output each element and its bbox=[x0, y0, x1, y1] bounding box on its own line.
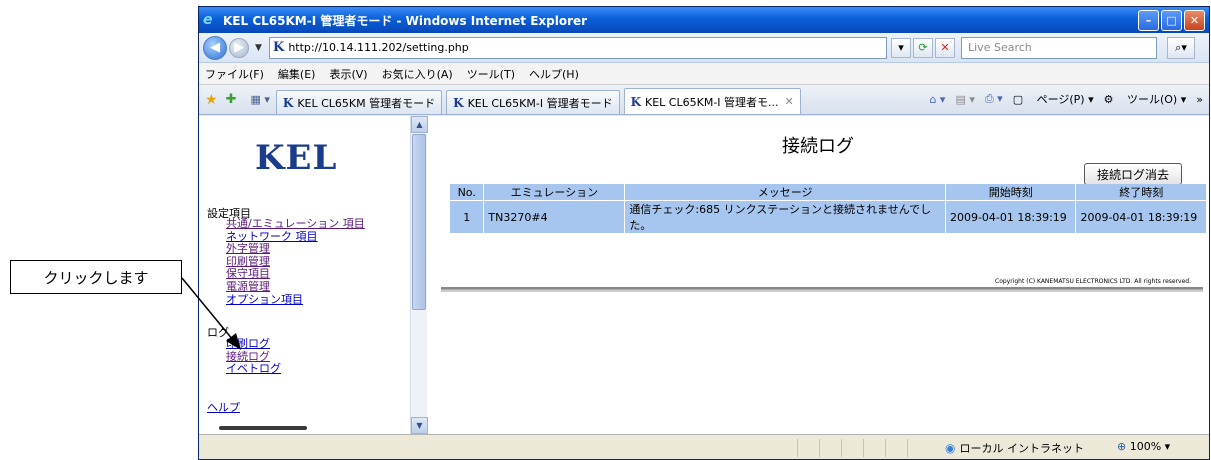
home-icon[interactable]: ⌂ ▾ bbox=[929, 93, 945, 106]
scroll-thumb[interactable] bbox=[412, 134, 426, 310]
refresh-icon[interactable]: ⟳ bbox=[913, 37, 933, 58]
tab-3-label: KEL CL65KM-I 管理者モ... bbox=[645, 95, 779, 109]
feeds-icon[interactable]: ▤ ▾ bbox=[955, 93, 974, 106]
connection-log-table: No. エミュレーション メッセージ 開始時刻 終了時刻 1 TN3270#4 … bbox=[449, 183, 1207, 234]
address-bar: ◀ ▶ ▼ K http://10.14.111.202/setting.php… bbox=[199, 33, 1209, 63]
tab-2[interactable]: K KEL CL65KM-I 管理者モード bbox=[446, 90, 620, 114]
tab-1-label: KEL CL65KM 管理者モード bbox=[297, 96, 436, 110]
menu-edit[interactable]: 編集(E) bbox=[278, 66, 316, 82]
close-button[interactable]: ✕ bbox=[1184, 9, 1205, 31]
url-text: http://10.14.111.202/setting.php bbox=[288, 41, 469, 54]
main-content: 接続ログ 接続ログ消去 No. エミュレーション メッセージ 開始時刻 終了時刻 bbox=[427, 116, 1209, 434]
zone-label: ローカル イントラネット bbox=[959, 442, 1084, 455]
more-chevron-icon[interactable]: » bbox=[1196, 93, 1203, 106]
nav-gaiji[interactable]: 外字管理 bbox=[226, 243, 365, 256]
decorative-line bbox=[219, 426, 307, 430]
tab-1[interactable]: K KEL CL65KM 管理者モード bbox=[275, 90, 443, 114]
menu-tools[interactable]: ツール(T) bbox=[467, 66, 515, 82]
url-field[interactable]: K http://10.14.111.202/setting.php bbox=[269, 36, 887, 59]
left-nav-frame: KEL 設定項目 共通/エミュレーション 項目 ネットワーク 項目 外字管理 印… bbox=[199, 116, 428, 434]
zoom-control[interactable]: ⊕ 100% ▾ bbox=[1117, 440, 1170, 453]
quick-tabs-icon[interactable]: ▦ ▾ bbox=[250, 93, 269, 106]
log-nav: 印刷ログ 接続ログ イベトログ bbox=[226, 337, 281, 376]
tab-3-active[interactable]: K KEL CL65KM-I 管理者モ... ✕ bbox=[623, 88, 801, 114]
copyright-text: Copyright (C) KANEMATSU ELECTRONICS LTD.… bbox=[995, 278, 1191, 285]
search-icon[interactable]: ⌕▾ bbox=[1167, 36, 1195, 59]
menu-help[interactable]: ヘルプ(H) bbox=[529, 66, 579, 82]
tab-favicon-icon: K bbox=[282, 95, 294, 110]
window-title: KEL CL65KM-I 管理者モード - Windows Internet E… bbox=[223, 13, 588, 28]
cell-end-time: 2009-04-01 18:39:19 bbox=[1076, 201, 1206, 233]
col-message: メッセージ bbox=[625, 184, 945, 200]
security-zone[interactable]: ◉ ローカル イントラネット bbox=[945, 440, 1084, 456]
menu-favorites[interactable]: お気に入り(A) bbox=[382, 66, 453, 82]
col-end-time: 終了時刻 bbox=[1076, 184, 1206, 200]
nav-common-emulation[interactable]: 共通/エミュレーション 項目 bbox=[226, 217, 365, 231]
left-scrollbar[interactable]: ▲ ▼ bbox=[410, 116, 428, 434]
history-dropdown-icon[interactable]: ▼ bbox=[255, 43, 265, 53]
site-favicon-icon: K bbox=[273, 40, 285, 55]
table-header-row: No. エミュレーション メッセージ 開始時刻 終了時刻 bbox=[450, 184, 1206, 200]
tools-menu-label: ツール(O) bbox=[1126, 93, 1178, 106]
clear-log-button[interactable]: 接続ログ消去 bbox=[1084, 163, 1182, 185]
tools-menu[interactable]: ⚙ ツール(O) ▾ bbox=[1104, 91, 1187, 107]
status-cells bbox=[797, 439, 929, 457]
menu-view[interactable]: 表示(V) bbox=[329, 66, 367, 82]
nav-print-log[interactable]: 印刷ログ bbox=[226, 337, 281, 351]
tab-close-icon[interactable]: ✕ bbox=[785, 95, 794, 108]
minimize-button[interactable]: – bbox=[1138, 9, 1159, 31]
kel-logo: KEL bbox=[255, 138, 338, 178]
screenshot-stage: e KEL CL65KM-I 管理者モード - Windows Internet… bbox=[0, 0, 1211, 460]
zoom-icon: ⊕ bbox=[1117, 440, 1127, 453]
favorites-star-icon[interactable]: ★ bbox=[205, 92, 218, 108]
status-bar: ◉ ローカル イントラネット ⊕ 100% ▾ bbox=[199, 434, 1209, 459]
command-bar: ⌂ ▾ ▤ ▾ ⎙ ▾ ▢ ページ(P) ▾ ⚙ ツール(O) ▾ » bbox=[919, 91, 1203, 107]
print-icon[interactable]: ⎙ ▾ bbox=[985, 92, 1003, 106]
title-bar: e KEL CL65KM-I 管理者モード - Windows Internet… bbox=[199, 7, 1209, 33]
page-title: 接続ログ bbox=[782, 136, 854, 157]
instruction-callout: クリックします bbox=[10, 260, 182, 294]
tab-2-label: KEL CL65KM-I 管理者モード bbox=[467, 96, 613, 110]
scroll-up-icon[interactable]: ▲ bbox=[411, 116, 428, 133]
stop-icon[interactable]: ✕ bbox=[935, 37, 955, 58]
url-dropdown-icon[interactable]: ▾ bbox=[891, 37, 911, 58]
ie-logo-icon: e bbox=[203, 12, 213, 28]
zoom-dropdown-icon: ▾ bbox=[1164, 440, 1171, 453]
nav-event-log[interactable]: イベトログ bbox=[226, 363, 281, 376]
cell-message: 通信チェック:685 リンクステーションと接続されませんでした。 bbox=[625, 201, 945, 233]
table-row: 1 TN3270#4 通信チェック:685 リンクステーションと接続されませんで… bbox=[450, 201, 1206, 233]
nav-option[interactable]: オプション項目 bbox=[226, 293, 365, 307]
col-start-time: 開始時刻 bbox=[945, 184, 1076, 200]
page-menu[interactable]: ▢ ページ(P) ▾ bbox=[1013, 91, 1094, 107]
cell-start-time: 2009-04-01 18:39:19 bbox=[945, 201, 1076, 233]
zoom-level: 100% bbox=[1129, 440, 1162, 453]
maximize-button[interactable]: □ bbox=[1161, 9, 1182, 31]
cell-no: 1 bbox=[450, 201, 484, 233]
tab-bar: ★ ✚ ▦ ▾ K KEL CL65KM 管理者モード K KEL CL65KM… bbox=[199, 85, 1209, 115]
page-menu-label: ページ(P) bbox=[1036, 93, 1085, 106]
menu-bar: ファイル(F) 編集(E) 表示(V) お気に入り(A) ツール(T) ヘルプ(… bbox=[199, 63, 1209, 85]
divider bbox=[441, 287, 1203, 292]
settings-nav: 共通/エミュレーション 項目 ネットワーク 項目 外字管理 印刷管理 保守項目 … bbox=[226, 217, 365, 307]
add-favorites-icon[interactable]: ✚ bbox=[226, 92, 237, 107]
col-no: No. bbox=[450, 184, 484, 200]
col-emulation: エミュレーション bbox=[484, 184, 625, 200]
forward-button[interactable]: ▶ bbox=[229, 37, 249, 58]
nav-power[interactable]: 電源管理 bbox=[226, 280, 365, 294]
tab-favicon-icon: K bbox=[630, 94, 642, 109]
nav-help[interactable]: ヘルプ bbox=[207, 399, 240, 415]
menu-file[interactable]: ファイル(F) bbox=[205, 66, 264, 82]
search-placeholder: Live Search bbox=[968, 41, 1032, 54]
scroll-down-icon[interactable]: ▼ bbox=[411, 417, 428, 434]
search-input[interactable]: Live Search bbox=[961, 36, 1157, 59]
browser-window: e KEL CL65KM-I 管理者モード - Windows Internet… bbox=[198, 6, 1210, 460]
cell-emulation: TN3270#4 bbox=[484, 201, 625, 233]
tab-favicon-icon: K bbox=[453, 95, 464, 110]
intranet-globe-icon: ◉ bbox=[945, 441, 956, 455]
page-area: KEL 設定項目 共通/エミュレーション 項目 ネットワーク 項目 外字管理 印… bbox=[199, 116, 1209, 434]
back-button[interactable]: ◀ bbox=[203, 35, 227, 60]
